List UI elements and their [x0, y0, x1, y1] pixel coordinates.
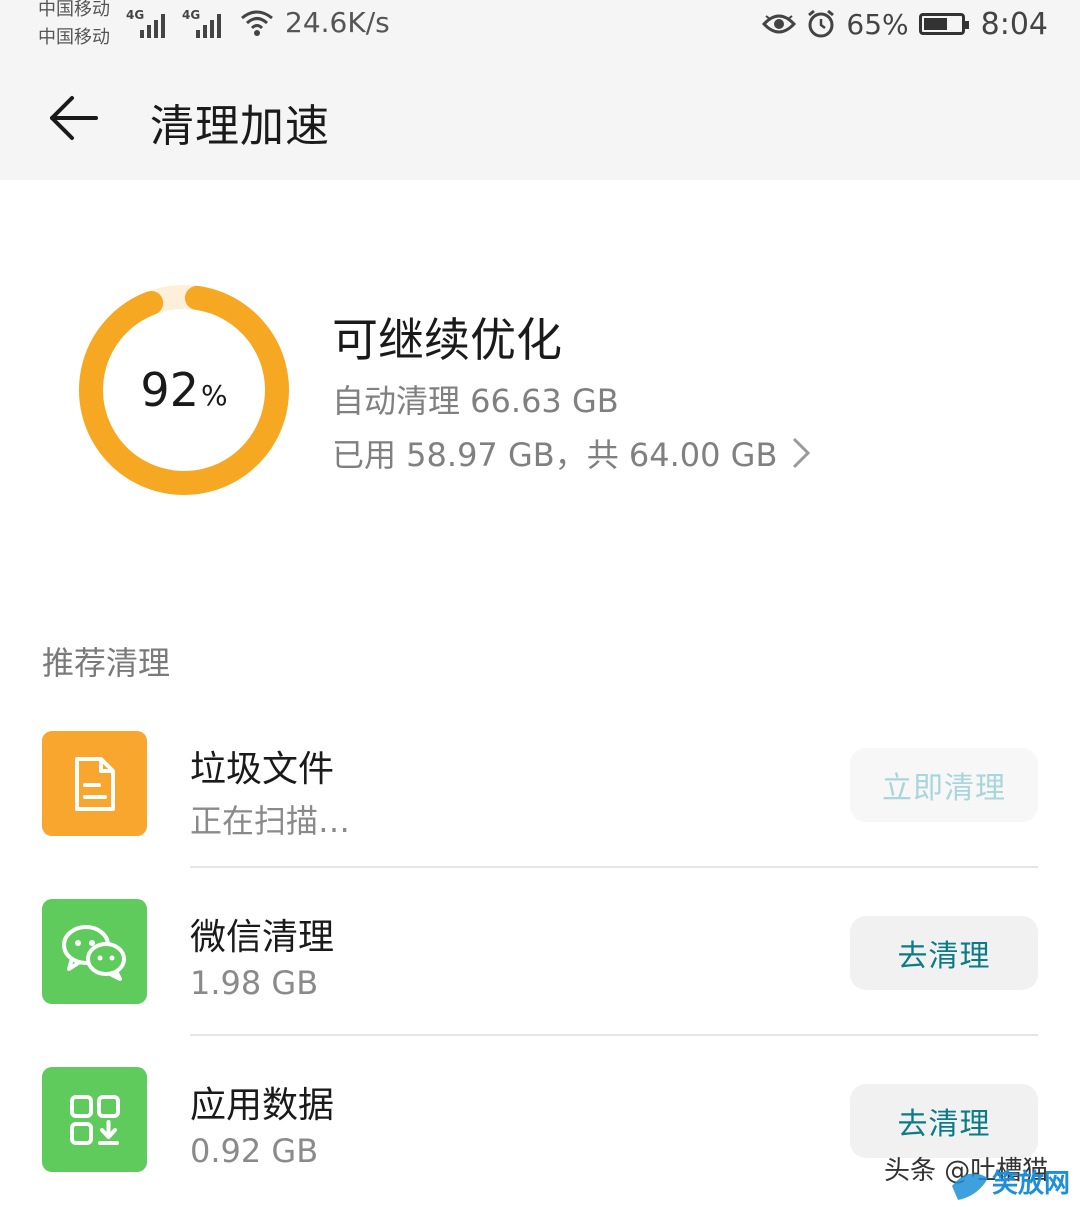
- list-item-junk-files[interactable]: 垃圾文件 正在扫描… 立即清理: [0, 720, 1080, 870]
- storage-percent-unit: %: [200, 378, 228, 412]
- back-arrow-icon[interactable]: [44, 88, 104, 148]
- optimization-status: 可继续优化: [332, 313, 562, 367]
- clock: 8:04: [980, 6, 1048, 42]
- app-data-icon: [69, 1094, 120, 1145]
- storage-percent-number: 92: [140, 363, 199, 417]
- status-right-group: 65% 8:04: [762, 4, 1048, 44]
- chevron-right-icon: [793, 437, 811, 469]
- item-name: 微信清理: [190, 917, 335, 958]
- battery-icon: [918, 13, 969, 35]
- item-icon-box: [42, 899, 147, 1004]
- go-clean-app-data-button[interactable]: 去清理: [850, 1084, 1038, 1158]
- eye-comfort-icon: [762, 14, 797, 34]
- status-bar: 中国移动 中国移动 4G 4G 24.6K/s 65% 8:04: [0, 0, 1080, 52]
- section-title: 推荐清理: [42, 644, 171, 682]
- file-icon: [74, 756, 115, 811]
- clean-now-button[interactable]: 立即清理: [850, 748, 1038, 822]
- item-icon-box: [42, 1067, 147, 1172]
- item-size: 0.92 GB: [190, 1132, 319, 1170]
- carrier-name-2: 中国移动: [38, 27, 110, 48]
- list-item-wechat[interactable]: 微信清理 1.98 GB 去清理: [0, 888, 1080, 1038]
- cleanup-screen: 中国移动 中国移动 4G 4G 24.6K/s 65% 8:04 清理加速 92…: [0, 0, 1080, 1207]
- wifi-icon: [241, 10, 273, 36]
- alarm-icon: [808, 9, 835, 38]
- watermark-logo-text: 笑放网: [992, 1168, 1070, 1199]
- item-icon-box: [42, 731, 147, 836]
- item-size: 1.98 GB: [190, 964, 319, 1002]
- app-header: 清理加速: [0, 52, 1080, 180]
- divider: [190, 1034, 1038, 1036]
- storage-percent: 92 %: [78, 284, 290, 496]
- go-clean-wechat-button[interactable]: 去清理: [850, 916, 1038, 990]
- battery-percent: 65%: [846, 7, 909, 41]
- item-status: 正在扫描…: [190, 802, 351, 840]
- item-name: 垃圾文件: [190, 749, 335, 790]
- auto-clean-amount: 自动清理 66.63 GB: [332, 382, 619, 420]
- page-title: 清理加速: [150, 101, 330, 152]
- divider: [190, 866, 1038, 868]
- storage-usage-link[interactable]: 已用 58.97 GB，共 64.00 GB: [332, 430, 811, 476]
- watermark-logo: 笑放网: [952, 1168, 1070, 1200]
- item-name: 应用数据: [190, 1085, 335, 1126]
- storage-usage-text: 已用 58.97 GB，共 64.00 GB: [332, 436, 778, 474]
- wechat-icon: [61, 924, 126, 981]
- network-speed: 24.6K/s: [285, 6, 390, 39]
- carrier-name-1: 中国移动: [38, 0, 110, 20]
